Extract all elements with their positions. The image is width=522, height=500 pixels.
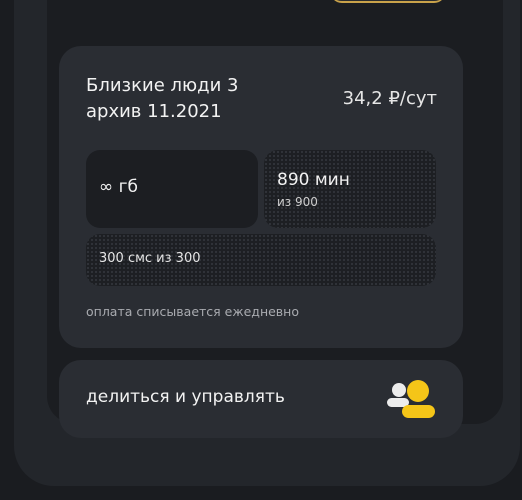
tariff-title: Близкие люди 3 <box>86 75 239 96</box>
people-share-icon <box>387 380 435 418</box>
top-element-edge <box>330 0 446 3</box>
payment-note: оплата списывается ежедневно <box>86 304 299 319</box>
share-and-manage-button[interactable]: делиться и управлять <box>59 360 463 438</box>
minutes-left-value: 890 мин <box>277 170 350 190</box>
tariff-card[interactable]: Близкие люди 3 архив 11.2021 34,2 ₽/сут … <box>59 46 463 348</box>
data-balance-value: ∞ гб <box>99 177 138 197</box>
sms-balance-value: 300 смс из 300 <box>99 251 201 266</box>
tariff-archive-date: архив 11.2021 <box>86 101 222 122</box>
minutes-balance-tile[interactable]: 890 мин из 900 <box>264 150 436 228</box>
tariff-name: Близкие люди 3 архив 11.2021 <box>86 73 238 125</box>
share-label: делиться и управлять <box>86 387 285 407</box>
sms-balance-tile[interactable]: 300 смс из 300 <box>86 234 436 286</box>
minutes-total-value: из 900 <box>277 195 318 209</box>
data-balance-tile[interactable]: ∞ гб <box>86 150 258 228</box>
tariff-price: 34,2 ₽/сут <box>342 88 437 109</box>
